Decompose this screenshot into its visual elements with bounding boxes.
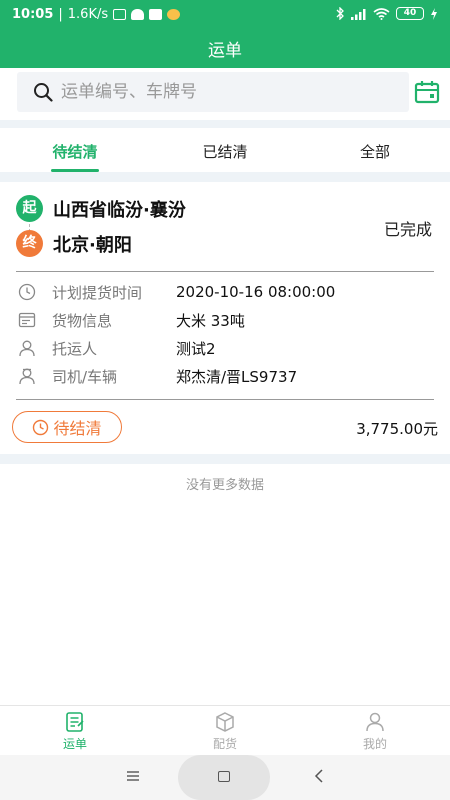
search-area — [0, 68, 450, 120]
status-time: 10:05 — [12, 7, 54, 22]
order-amount: 3,775.00元 — [356, 420, 438, 438]
game-app-icon — [167, 9, 181, 20]
detail-value: 郑杰清/晋LS9737 — [176, 367, 298, 386]
clock-icon — [18, 283, 36, 301]
page-title: 运单 — [208, 41, 242, 61]
android-icon — [131, 9, 145, 20]
status-bar: 10:05 | 1.6K/s 40 — [0, 0, 450, 30]
charging-icon — [431, 7, 437, 20]
detail-row-cargo: 货物信息 大米 33吨 — [18, 308, 245, 332]
detail-label: 计划提货时间 — [52, 283, 143, 302]
home-icon — [218, 771, 230, 782]
divider — [16, 271, 434, 272]
waybill-card[interactable]: 起 山西省临汾·襄汾 终 北京·朝阳 已完成 计划提货时间 2020-10-16… — [0, 182, 450, 454]
destination-badge: 终 — [16, 230, 43, 257]
sim-icon — [113, 9, 127, 20]
nav-label: 我的 — [362, 737, 387, 751]
cargo-icon — [18, 312, 36, 328]
search-input[interactable] — [61, 82, 391, 102]
waybill-icon — [66, 712, 84, 732]
order-status: 已完成 — [383, 220, 432, 239]
detail-value: 测试2 — [176, 339, 216, 358]
header-bar: 10:05 | 1.6K/s 40 运单 — [0, 0, 450, 68]
pending-button-label: 待结清 — [53, 419, 102, 438]
route-destination: 终 北京·朝阳 — [16, 230, 132, 257]
clock-icon — [33, 419, 49, 435]
home-button[interactable] — [178, 755, 270, 800]
detail-row-driver: 司机/车辆 郑杰清/晋LS9737 — [18, 364, 297, 388]
search-box[interactable] — [17, 72, 409, 112]
status-right: 40 — [336, 7, 438, 20]
route-origin: 起 山西省临汾·襄汾 — [16, 195, 186, 222]
origin-place: 山西省临汾·襄汾 — [53, 199, 186, 221]
signal-icon — [351, 8, 366, 20]
tab-settled[interactable]: 已结清 — [150, 128, 300, 172]
tab-bar: 待结清 已结清 全部 — [0, 128, 450, 172]
driver-icon — [19, 368, 35, 385]
video-app-icon — [149, 9, 163, 20]
origin-badge: 起 — [16, 195, 43, 222]
wifi-icon — [373, 7, 390, 20]
nav-dispatch[interactable]: 配货 — [150, 706, 300, 755]
nav-waybill[interactable]: 运单 — [0, 706, 150, 755]
network-speed: 1.6K/s — [67, 7, 109, 22]
status-left: 10:05 | 1.6K/s — [12, 7, 181, 22]
detail-value: 大米 33吨 — [176, 311, 245, 330]
nav-label: 运单 — [62, 737, 87, 751]
status-separator: | — [58, 7, 63, 22]
box-icon — [216, 712, 234, 732]
divider — [16, 399, 434, 400]
person-icon — [19, 340, 35, 357]
detail-value: 2020-10-16 08:00:00 — [176, 283, 336, 301]
destination-place: 北京·朝阳 — [53, 234, 132, 256]
nav-mine[interactable]: 我的 — [300, 706, 450, 755]
bluetooth-icon — [336, 7, 344, 20]
detail-label: 托运人 — [52, 339, 98, 358]
pending-settlement-button[interactable]: 待结清 — [12, 411, 122, 443]
menu-icon[interactable] — [126, 769, 140, 783]
tab-pending[interactable]: 待结清 — [0, 128, 150, 172]
nav-label: 配货 — [212, 737, 237, 751]
no-more-data: 没有更多数据 — [185, 478, 264, 493]
user-icon — [366, 712, 384, 732]
battery-icon: 40 — [396, 7, 424, 20]
section-gap — [0, 172, 450, 182]
detail-label: 货物信息 — [52, 311, 113, 330]
section-gap — [0, 120, 450, 128]
detail-row-shipper: 托运人 测试2 — [18, 336, 216, 360]
section-gap — [0, 454, 450, 464]
system-nav-bar — [0, 755, 450, 800]
detail-label: 司机/车辆 — [52, 367, 118, 386]
bottom-nav: 运单 配货 我的 — [0, 705, 450, 755]
detail-row-pickup-time: 计划提货时间 2020-10-16 08:00:00 — [18, 280, 335, 304]
calendar-icon[interactable] — [414, 80, 440, 104]
tab-all[interactable]: 全部 — [300, 128, 450, 172]
back-icon[interactable] — [312, 769, 326, 783]
search-icon — [34, 83, 53, 102]
